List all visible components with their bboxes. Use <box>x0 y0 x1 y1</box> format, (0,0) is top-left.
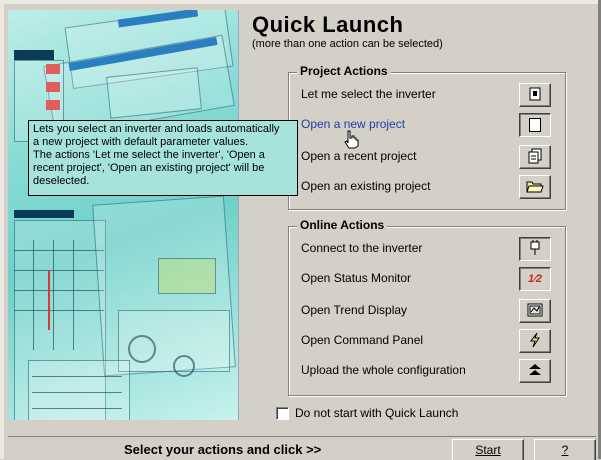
window-frame-top <box>0 0 601 4</box>
new-document-icon <box>529 118 541 132</box>
command-panel-button[interactable] <box>519 329 551 353</box>
tooltip-line: Lets you select an inverter and loads au… <box>33 123 280 135</box>
trend-display-icon <box>527 303 543 319</box>
project-actions-title: Project Actions <box>297 64 391 78</box>
connect-plug-icon <box>528 240 542 258</box>
open-folder-icon <box>526 179 544 195</box>
upload-config-button[interactable] <box>519 359 551 383</box>
online-actions-title: Online Actions <box>297 218 388 232</box>
recent-project-button[interactable] <box>519 145 551 169</box>
new-project-tooltip: Lets you select an inverter and loads au… <box>28 120 298 196</box>
existing-project-button[interactable] <box>519 175 551 199</box>
project-actions-group: Project Actions Let me select the invert… <box>288 64 566 210</box>
action-status-monitor-label[interactable]: Open Status Monitor <box>301 271 411 285</box>
inverter-select-icon <box>528 87 542 103</box>
tooltip-line: The actions 'Let me select the inverter'… <box>33 149 265 161</box>
action-command-panel-label[interactable]: Open Command Panel <box>301 333 423 347</box>
select-inverter-button[interactable] <box>519 83 551 107</box>
action-existing-project-label[interactable]: Open an existing project <box>301 179 430 193</box>
decorative-collage-image <box>8 10 239 420</box>
tooltip-line: a new project with default parameter val… <box>33 136 249 148</box>
status-monitor-icon: 1⁄2 <box>527 272 543 285</box>
dialog-subtitle: (more than one action can be selected) <box>252 38 443 50</box>
status-monitor-button[interactable]: 1⁄2 <box>519 267 551 291</box>
upload-arrow-icon <box>528 363 542 379</box>
hand-cursor-icon <box>342 129 360 154</box>
no-quick-launch-checkbox[interactable] <box>276 406 289 420</box>
no-quick-launch-option[interactable]: Do not start with Quick Launch <box>276 406 458 420</box>
tooltip-line: deselected. <box>33 175 90 187</box>
lightning-icon <box>528 332 542 350</box>
recent-project-icon <box>527 148 543 166</box>
dialog-title: Quick Launch <box>252 12 404 37</box>
start-button[interactable]: Start <box>452 439 524 460</box>
action-select-inverter-label[interactable]: Let me select the inverter <box>301 87 436 101</box>
action-trend-display-label[interactable]: Open Trend Display <box>301 303 407 317</box>
online-actions-group: Online Actions Connect to the inverter O… <box>288 218 566 396</box>
tooltip-line: recent project', 'Open an existing proje… <box>33 162 265 174</box>
no-quick-launch-label: Do not start with Quick Launch <box>295 406 459 420</box>
trend-display-button[interactable] <box>519 299 551 323</box>
action-connect-inverter-label[interactable]: Connect to the inverter <box>301 241 422 255</box>
new-project-button[interactable] <box>519 113 551 137</box>
connect-inverter-button[interactable] <box>519 237 551 261</box>
footer-prompt: Select your actions and click >> <box>124 442 322 457</box>
action-upload-config-label[interactable]: Upload the whole configuration <box>301 363 466 377</box>
help-button[interactable]: ? <box>534 439 596 460</box>
window-frame-left <box>0 0 4 459</box>
